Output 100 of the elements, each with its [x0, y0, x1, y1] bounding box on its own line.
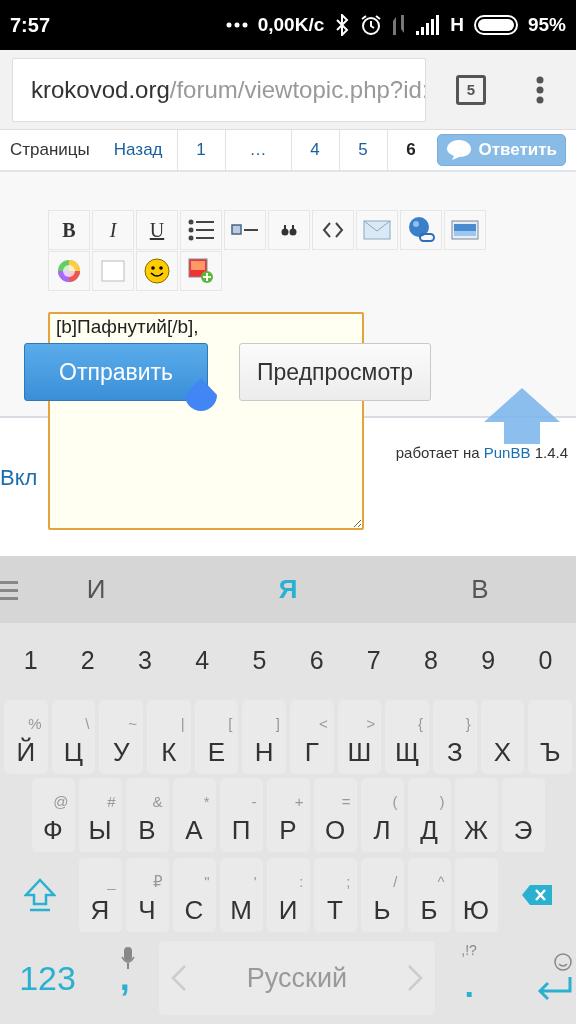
symbol-hint: #: [107, 793, 116, 812]
symbol-hint: :: [299, 873, 304, 892]
letter-key[interactable]: Э: [501, 778, 545, 852]
page-link[interactable]: Назад: [99, 130, 177, 170]
bluetooth-icon: [334, 14, 351, 36]
symbol-hint: ;: [346, 873, 351, 892]
number-key[interactable]: 6: [290, 625, 344, 696]
page-link[interactable]: 4: [290, 130, 339, 170]
letter-key[interactable]: = О: [313, 778, 357, 852]
number-key[interactable]: 0: [518, 625, 572, 696]
network-type: H: [450, 14, 464, 36]
symbol-hint: ^: [437, 873, 445, 892]
letter-key[interactable]: \ Ц: [51, 700, 96, 774]
letter-key[interactable]: # Ы: [78, 778, 122, 852]
symbol-hint: ': [253, 873, 257, 892]
symbol-hint: *: [203, 793, 210, 812]
envelope-icon: [363, 220, 391, 240]
toolbar-button[interactable]: [180, 210, 222, 250]
symbol-hint: ]: [275, 715, 280, 734]
letter-key[interactable]: - П: [219, 778, 263, 852]
symbol-hint: |: [180, 715, 185, 734]
letter-key[interactable]: Х: [480, 700, 525, 774]
letter-key[interactable]: { Щ: [385, 700, 429, 774]
number-key[interactable]: 2: [61, 625, 115, 696]
letter-key[interactable]: Ъ: [528, 700, 573, 774]
number-key[interactable]: 4: [175, 625, 229, 696]
letter-key[interactable]: + Р: [266, 778, 310, 852]
toolbar-button[interactable]: [268, 210, 310, 250]
page-link[interactable]: 6: [386, 130, 435, 170]
letter-key[interactable]: | К: [147, 700, 191, 774]
toolbar-button[interactable]: [136, 251, 178, 291]
letter-key[interactable]: & В: [125, 778, 169, 852]
letter-key[interactable]: < Г: [290, 700, 334, 774]
symbol-hint: =: [341, 793, 351, 812]
signal-icon: [416, 15, 441, 35]
network-speed: 0,00K/с: [257, 14, 325, 36]
powered-by-text: работает на PunBB 1.4.4: [395, 444, 569, 461]
letter-key[interactable]: > Ш: [337, 700, 382, 774]
image-add-icon: [188, 258, 214, 284]
number-key[interactable]: 8: [404, 625, 458, 696]
page-link[interactable]: 1: [176, 130, 225, 170]
letter-key[interactable]: ~ У: [99, 700, 143, 774]
page-ellipsis: …: [224, 130, 291, 170]
smiley-icon: [144, 258, 170, 284]
symbol-hint: {: [418, 715, 423, 734]
symbol-hint: <: [318, 715, 328, 734]
number-key[interactable]: 1: [4, 625, 58, 696]
letter-key[interactable]: Ю: [454, 858, 498, 932]
letter-key[interactable]: ] Н: [242, 700, 286, 774]
letter-key[interactable]: ' М: [219, 858, 263, 932]
symbol-hint: ~: [128, 715, 137, 734]
chevron-right-icon: [407, 964, 424, 992]
symbol-hint: >: [366, 715, 376, 734]
letter-key[interactable]: @ Ф: [31, 778, 75, 852]
page-link[interactable]: 5: [338, 130, 387, 170]
number-key[interactable]: 9: [461, 625, 515, 696]
underline-button[interactable]: U: [136, 210, 178, 250]
toolbar-button[interactable]: [312, 210, 354, 250]
letter-key[interactable]: _ Я: [78, 858, 122, 932]
letter-key[interactable]: } З: [433, 700, 477, 774]
punctuation-hint: ,!?: [461, 942, 477, 958]
symbol-hint: ₽: [152, 873, 163, 892]
letter-key[interactable]: ₽ Ч: [125, 858, 169, 932]
letter-key[interactable]: ^ Б: [407, 858, 451, 932]
clock: 7:57: [10, 13, 51, 37]
microphone-icon: [121, 947, 135, 969]
letter-key[interactable]: ) Д: [407, 778, 451, 852]
letter-key[interactable]: [ Е: [194, 700, 239, 774]
footer-link[interactable]: Вкл: [0, 465, 38, 491]
scroll-up-arrow-icon[interactable]: [484, 388, 560, 444]
symbol-hint: ": [204, 873, 210, 892]
emoji-icon: [554, 953, 572, 971]
alarm-icon: [360, 14, 383, 36]
symbol-hint: +: [294, 793, 304, 812]
tab-count-button[interactable]: 5: [456, 74, 486, 105]
letter-key[interactable]: % Й: [3, 700, 48, 774]
suggestion[interactable]: И: [0, 574, 192, 605]
italic-button[interactable]: I: [92, 210, 134, 250]
preview-button[interactable]: Предпросмотр: [239, 343, 432, 401]
letter-key[interactable]: " С: [172, 858, 216, 932]
menu-icon: [536, 75, 544, 104]
letter-key[interactable]: / Ь: [360, 858, 404, 932]
number-key[interactable]: 7: [347, 625, 401, 696]
menu-icon: [0, 578, 18, 601]
number-key[interactable]: 3: [118, 625, 172, 696]
bold-button[interactable]: B: [48, 210, 90, 250]
letter-key[interactable]: * А: [172, 778, 216, 852]
letter-key[interactable]: ( Л: [360, 778, 404, 852]
punbb-link[interactable]: PunBB: [483, 444, 531, 461]
chevron-left-icon: [170, 964, 187, 992]
battery-icon: [473, 15, 518, 35]
symbol-hint: [: [228, 715, 233, 734]
symbol-hint: _: [107, 873, 116, 892]
symbol-hint: &: [152, 793, 163, 812]
suggestion[interactable]: В: [384, 574, 576, 605]
letter-key[interactable]: : И: [266, 858, 310, 932]
symbol-hint: %: [28, 715, 42, 734]
number-key[interactable]: 5: [232, 625, 286, 696]
letter-key[interactable]: Ж: [454, 778, 498, 852]
letter-key[interactable]: ; Т: [313, 858, 357, 932]
